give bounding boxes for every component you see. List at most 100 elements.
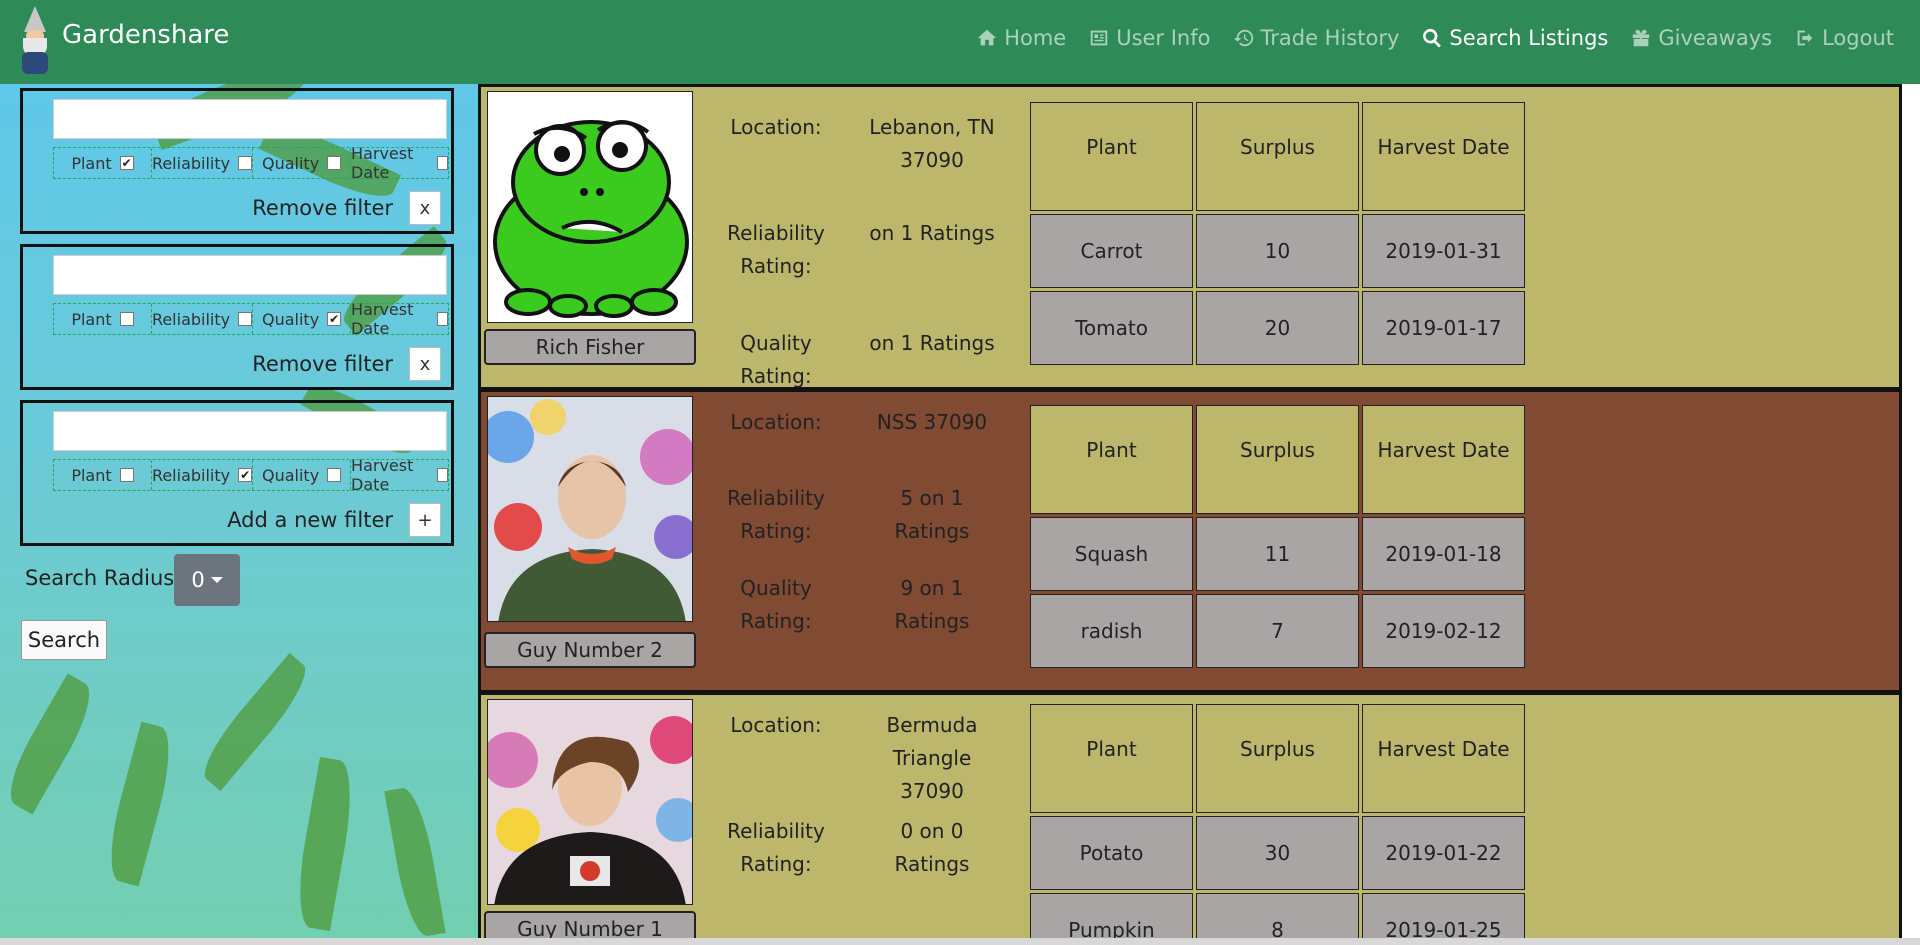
checkbox[interactable] (437, 156, 448, 170)
option-label: Plant (71, 465, 112, 485)
plant-cell: Tomato (1030, 291, 1193, 365)
filter-option-quality[interactable]: Quality (253, 460, 352, 490)
checkbox[interactable] (238, 312, 253, 326)
brand[interactable]: Gardenshare (14, 4, 229, 76)
nav-giveaways-label: Giveaways (1658, 26, 1773, 50)
column-header: Harvest Date (1362, 102, 1525, 211)
gift-icon (1633, 29, 1650, 47)
navbar: Gardenshare Home User Info Trade History… (0, 0, 1920, 84)
option-label: Reliability (151, 309, 231, 329)
filter-options: Plant Reliability Quality ✔ Harvest Date (53, 300, 449, 338)
filter-option-quality[interactable]: Quality ✔ (253, 304, 352, 334)
surplus-cell: 20 (1196, 291, 1359, 365)
gnome-logo-icon (14, 4, 56, 76)
column-header: Surplus (1196, 704, 1359, 813)
table-row: radish 7 2019-02-12 (1030, 594, 1525, 668)
filter-option-plant[interactable]: Plant (54, 460, 152, 490)
checkbox[interactable]: ✔ (119, 156, 134, 170)
harvest-date-cell: 2019-01-22 (1362, 816, 1525, 890)
add-filter-label: Add a new filter (227, 508, 393, 532)
location-label: Location: (730, 115, 822, 139)
foliage-decoration (99, 721, 181, 887)
option-label: Harvest Date (351, 456, 414, 494)
home-icon (978, 29, 997, 46)
surplus-cell: 30 (1196, 816, 1359, 890)
reliability-value: on 1 Ratings (869, 221, 995, 245)
listings-panel: Rich Fisher Location: Lebanon, TN 37090 … (478, 84, 1902, 945)
nav-user-info[interactable]: User Info (1088, 26, 1211, 50)
checkbox[interactable] (119, 468, 134, 482)
logout-icon (1797, 30, 1813, 46)
filter-options: Plant ✔ Reliability Quality Harvest Date (53, 144, 449, 182)
column-header: Surplus (1196, 102, 1359, 211)
quality-label: Quality Rating: (740, 576, 812, 633)
option-label: Quality (261, 465, 320, 485)
reliability-value: 0 on 0 Ratings (894, 819, 970, 876)
search-button[interactable]: Search (21, 620, 107, 660)
listing-user-name[interactable]: Rich Fisher (484, 329, 696, 365)
search-radius-dropdown[interactable]: 0 (174, 554, 240, 606)
reliability-label: Reliability Rating: (727, 486, 825, 543)
checkbox[interactable]: ✔ (238, 468, 253, 482)
checkbox[interactable]: ✔ (327, 312, 342, 326)
person-photo-icon (488, 700, 692, 904)
column-header: Harvest Date (1362, 704, 1525, 813)
nav-home[interactable]: Home (976, 26, 1066, 50)
filter-option-plant[interactable]: Plant ✔ (54, 148, 152, 178)
remove-filter-button[interactable]: x (409, 347, 441, 381)
filter-input[interactable] (53, 255, 447, 295)
reliability-label: Reliability Rating: (727, 819, 825, 876)
filter-option-quality[interactable]: Quality (253, 148, 352, 178)
nav-giveaways[interactable]: Giveaways (1630, 26, 1772, 50)
filter-option-reliability[interactable]: Reliability (151, 304, 254, 334)
location-value: Lebanon, TN 37090 (869, 115, 995, 172)
option-label: Quality (261, 153, 320, 173)
checkbox[interactable] (119, 312, 134, 326)
listing-user-name[interactable]: Guy Number 2 (484, 632, 696, 668)
nav-logout[interactable]: Logout (1794, 26, 1894, 50)
location-value: Bermuda Triangle 37090 (886, 713, 978, 803)
table-row: Potato 30 2019-01-22 (1030, 816, 1525, 890)
nav-trade-history[interactable]: Trade History (1233, 26, 1400, 50)
filter-option-reliability[interactable]: Reliability (151, 148, 254, 178)
plant-cell: Carrot (1030, 214, 1193, 288)
search-icon (1423, 28, 1442, 48)
quality-value: 9 on 1 Ratings (894, 576, 970, 633)
nav-user-info-label: User Info (1116, 26, 1211, 50)
remove-filter-label: Remove filter (252, 352, 393, 376)
foliage-decoration (290, 756, 360, 932)
filter-option-reliability[interactable]: Reliability ✔ (152, 460, 254, 490)
plant-table: Plant Surplus Harvest Date Carrot 10 201… (1027, 99, 1528, 368)
filter-action: Add a new filter + (227, 503, 441, 537)
filter-sidebar: Plant ✔ Reliability Quality Harvest Date … (0, 84, 478, 945)
horizontal-scrollbar[interactable] (0, 938, 1920, 945)
checkbox[interactable] (327, 468, 342, 482)
nav-trade-history-label: Trade History (1260, 26, 1400, 50)
column-header: Plant (1030, 405, 1193, 514)
filter-input[interactable] (53, 411, 447, 451)
filter-panel: Plant Reliability ✔ Quality Harvest Date … (20, 400, 454, 546)
checkbox[interactable] (327, 156, 342, 170)
caret-down-icon (210, 577, 223, 583)
surplus-cell: 11 (1196, 517, 1359, 591)
nav-search-listings[interactable]: Search Listings (1421, 26, 1608, 50)
add-filter-button[interactable]: + (409, 503, 441, 537)
option-label: Harvest Date (351, 144, 414, 182)
checkbox[interactable] (238, 156, 253, 170)
filter-option-harvest-date[interactable]: Harvest Date (351, 144, 448, 182)
column-header: Surplus (1196, 405, 1359, 514)
option-label: Quality (261, 309, 320, 329)
option-label: Plant (71, 309, 112, 329)
remove-filter-button[interactable]: x (409, 191, 441, 225)
filter-option-harvest-date[interactable]: Harvest Date (351, 300, 448, 338)
filter-option-plant[interactable]: Plant (54, 304, 152, 334)
checkbox[interactable] (437, 312, 448, 326)
filter-option-harvest-date[interactable]: Harvest Date (351, 456, 448, 494)
surplus-cell: 7 (1196, 594, 1359, 668)
location-value: NSS 37090 (876, 410, 988, 434)
checkbox[interactable] (437, 468, 448, 482)
option-label: Reliability (151, 153, 231, 173)
option-label: Harvest Date (351, 300, 414, 338)
avatar (487, 699, 693, 905)
filter-input[interactable] (53, 99, 447, 139)
